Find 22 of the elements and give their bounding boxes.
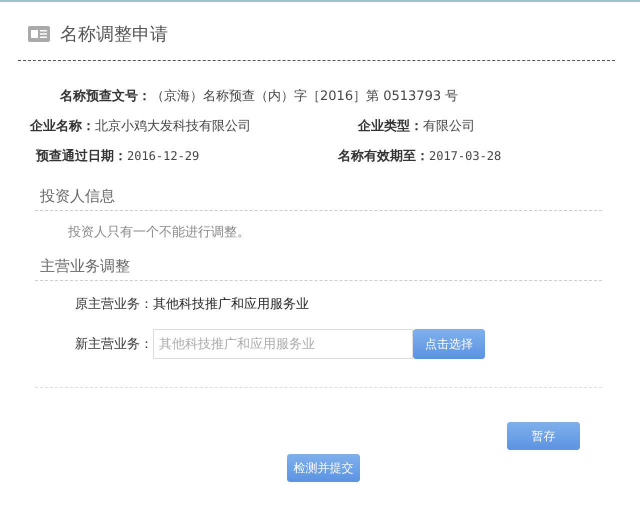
- field-value: （京海）名称预查（内）字［2016］第 0513793 号: [151, 88, 458, 105]
- section-title: 主营业务调整: [35, 257, 602, 281]
- field-label: 企业类型：: [358, 119, 423, 134]
- save-button[interactable]: 暂存: [507, 422, 580, 450]
- field-label: 名称预查文号：: [60, 88, 151, 105]
- submit-button[interactable]: 检测并提交: [287, 454, 360, 482]
- field-label: 原主营业务：: [75, 297, 153, 312]
- business-input-field[interactable]: 其他科技推广和应用服务业: [153, 329, 413, 359]
- field-value: 其他科技推广和应用服务业: [153, 297, 309, 312]
- select-button[interactable]: 点击选择: [413, 329, 485, 359]
- field-label: 新主营业务：: [75, 336, 153, 353]
- field-value: 北京小鸡大发科技有限公司: [95, 119, 251, 134]
- card-icon: [28, 26, 50, 42]
- page-title: 名称调整申请: [60, 23, 168, 46]
- notice-text: 投资人只有一个不能进行调整。: [67, 224, 251, 242]
- field-label: 预查通过日期：: [36, 149, 127, 164]
- field-value: 2017-03-28: [429, 149, 502, 163]
- section-title: 投资人信息: [35, 187, 602, 211]
- field-value: 有限公司: [423, 119, 475, 134]
- field-value: 2016-12-29: [127, 149, 200, 163]
- field-label: 企业名称：: [30, 119, 95, 134]
- field-label: 名称有效期至：: [338, 149, 429, 164]
